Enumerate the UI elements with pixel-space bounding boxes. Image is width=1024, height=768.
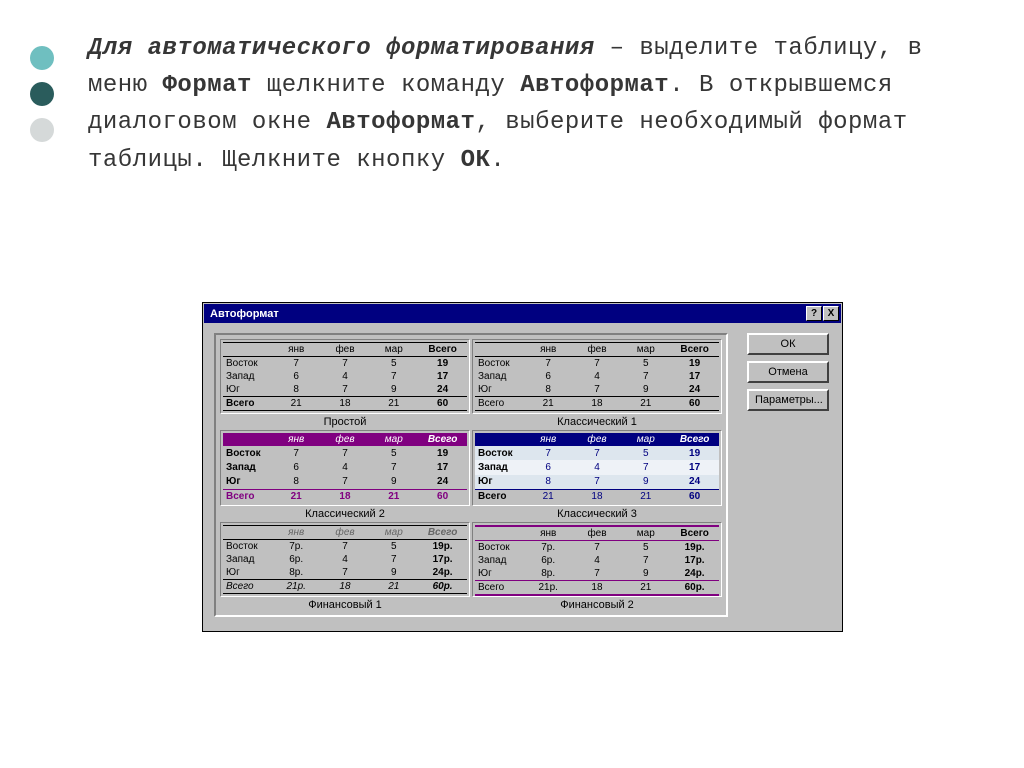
ok-button[interactable]: ОК bbox=[747, 333, 829, 355]
format-preview[interactable]: янвфевмарВсегоВосток77519Запад64717Юг879… bbox=[472, 339, 722, 428]
format-preview-tile: янвфевмарВсегоВосток77519Запад64717Юг879… bbox=[472, 339, 722, 414]
bullet-icon bbox=[30, 46, 54, 70]
autoformat-dialog: Автоформат ? X янвфевмарВсегоВосток77519… bbox=[202, 302, 843, 632]
text-run: Автоформат bbox=[520, 72, 669, 99]
format-preview[interactable]: янвфевмарВсегоВосток77519Запад64717Юг879… bbox=[220, 430, 470, 519]
page: Для автоматического форматирования – выд… bbox=[0, 0, 1024, 768]
format-preview[interactable]: янвфевмарВсегоВосток7р.7519р.Запад6р.471… bbox=[472, 522, 722, 611]
bullet-icon bbox=[30, 118, 54, 142]
format-caption: Финансовый 1 bbox=[220, 599, 470, 611]
text-run: ОК bbox=[461, 147, 491, 174]
instruction-paragraph: Для автоматического форматирования – выд… bbox=[88, 30, 968, 179]
format-caption: Классический 3 bbox=[472, 508, 722, 520]
format-preview-tile: янвфевмарВсегоВосток77519Запад64717Юг879… bbox=[220, 339, 470, 414]
help-button[interactable]: ? bbox=[806, 306, 822, 321]
format-preview-tile: янвфевмарВсегоВосток77519Запад64717Юг879… bbox=[220, 430, 470, 505]
format-caption: Финансовый 2 bbox=[472, 599, 722, 611]
close-button[interactable]: X bbox=[823, 306, 839, 321]
format-preview-tile: янвфевмарВсегоВосток7р.7519р.Запад6р.471… bbox=[472, 522, 722, 597]
cancel-button[interactable]: Отмена bbox=[747, 361, 829, 383]
options-button[interactable]: Параметры... bbox=[747, 389, 829, 411]
format-caption: Классический 1 bbox=[472, 416, 722, 428]
dialog-title: Автоформат bbox=[206, 308, 279, 320]
text-run: щелкните команду bbox=[252, 72, 520, 99]
text-run: Формат bbox=[163, 72, 252, 99]
text-run: . bbox=[490, 147, 505, 174]
format-preview-tile: янвфевмарВсегоВосток7р.7519р.Запад6р.471… bbox=[220, 522, 470, 597]
format-preview[interactable]: янвфевмарВсегоВосток77519Запад64717Юг879… bbox=[220, 339, 470, 428]
text-run: Автоформат bbox=[326, 109, 475, 136]
format-preview[interactable]: янвфевмарВсегоВосток77519Запад64717Юг879… bbox=[472, 430, 722, 519]
text-run: Для автоматического форматирования bbox=[88, 35, 595, 62]
format-caption: Классический 2 bbox=[220, 508, 470, 520]
list-bullets bbox=[30, 46, 54, 154]
dialog-titlebar: Автоформат ? X bbox=[204, 304, 841, 323]
bullet-icon bbox=[30, 82, 54, 106]
format-caption: Простой bbox=[220, 416, 470, 428]
format-preview-panel: янвфевмарВсегоВосток77519Запад64717Юг879… bbox=[214, 333, 728, 617]
format-preview-tile: янвфевмарВсегоВосток77519Запад64717Юг879… bbox=[472, 430, 722, 505]
format-preview[interactable]: янвфевмарВсегоВосток7р.7519р.Запад6р.471… bbox=[220, 522, 470, 611]
